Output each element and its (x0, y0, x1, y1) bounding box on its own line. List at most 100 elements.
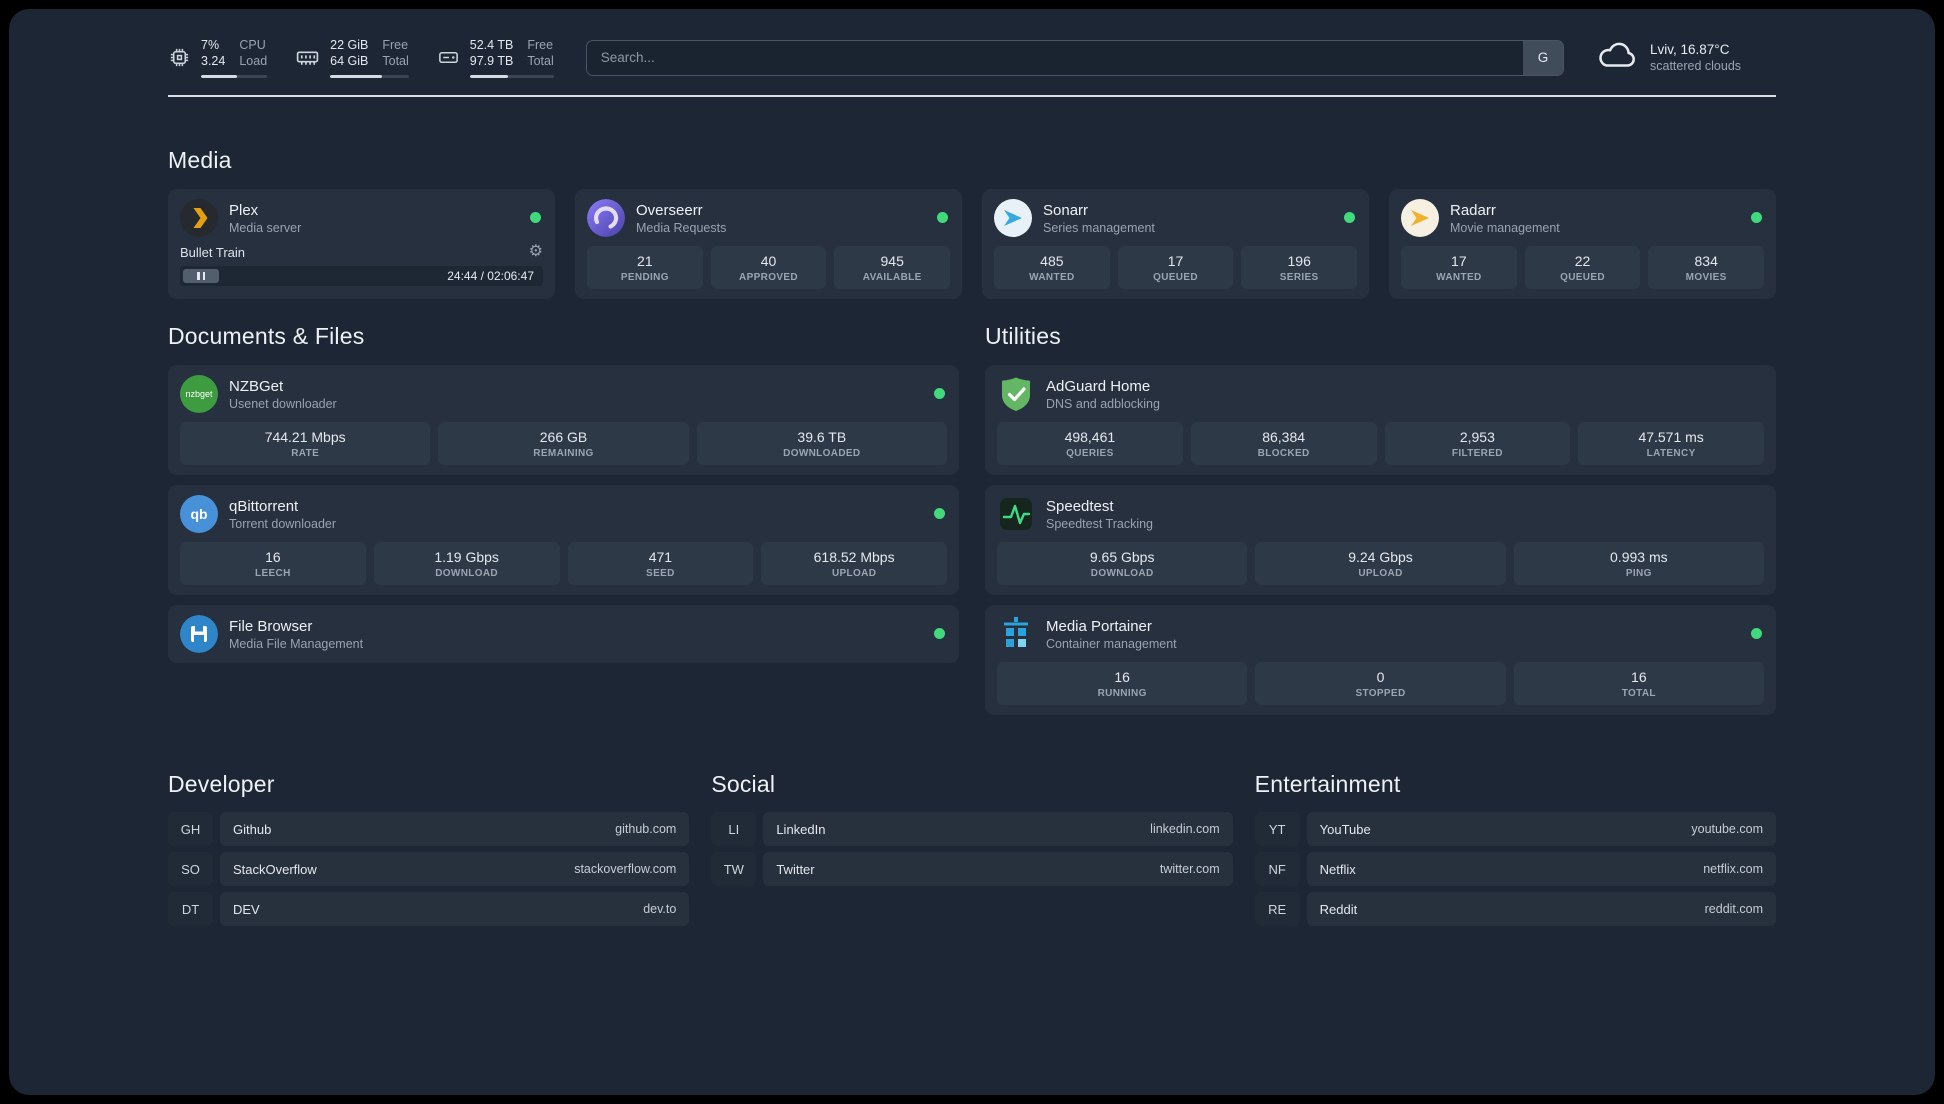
stat-box: 22 QUEUED (1524, 246, 1641, 289)
app-card-overseerr[interactable]: Overseerr Media Requests 21 PENDING 40 A… (575, 189, 962, 299)
app-name: qBittorrent (229, 497, 299, 515)
memory-label-top: Free (382, 38, 409, 52)
app-subtitle: Media Requests (636, 220, 727, 235)
link-url: netflix.com (1703, 862, 1763, 876)
stat-value: 196 (1287, 253, 1311, 269)
link-abbr[interactable]: YT (1254, 812, 1300, 846)
search-input[interactable] (586, 40, 1523, 75)
adguard-shield-icon (997, 375, 1035, 413)
link-abbr[interactable]: LI (711, 812, 757, 846)
link-row-stackoverflow[interactable]: SO StackOverflow stackoverflow.com (168, 852, 690, 886)
stat-value: 9.24 Gbps (1348, 549, 1413, 565)
search-provider-button[interactable]: G (1523, 40, 1563, 75)
app-card-speedtest[interactable]: Speedtest Speedtest Tracking 9.65 Gbps D… (985, 485, 1776, 595)
weather-condition: scattered clouds (1650, 59, 1742, 73)
speedtest-pulse-icon (997, 495, 1035, 533)
app-card-plex[interactable]: Plex Media server Bullet Train ⚙ 24:44 /… (168, 189, 555, 299)
link-row-reddit[interactable]: RE Reddit reddit.com (1254, 892, 1776, 926)
stat-value: 945 (880, 253, 904, 269)
link-row-twitter[interactable]: TW Twitter twitter.com (711, 852, 1233, 886)
link-url: stackoverflow.com (574, 862, 677, 876)
memory-label-bottom: Total (382, 54, 409, 69)
app-name: Overseerr (636, 201, 703, 219)
disk-free-value: 52.4 TB (469, 38, 514, 52)
app-subtitle: Media File Management (229, 636, 364, 651)
app-card-adguard[interactable]: AdGuard Home DNS and adblocking 498,461 … (985, 365, 1776, 475)
stat-label: PENDING (620, 272, 669, 283)
link-abbr[interactable]: TW (711, 852, 757, 886)
link-row-youtube[interactable]: YT YouTube youtube.com (1254, 812, 1776, 846)
stat-box: 17 WANTED (1401, 246, 1517, 289)
stat-label: WANTED (1436, 272, 1482, 283)
radarr-icon (1401, 199, 1439, 237)
status-dot (1751, 212, 1762, 223)
section-utilities: Utilities AdGuard Home DNS and adblockin… (985, 323, 1776, 715)
link-row-linkedin[interactable]: LI LinkedIn linkedin.com (711, 812, 1233, 846)
link-abbr[interactable]: NF (1254, 852, 1300, 886)
weather-widget[interactable]: Lviv, 16.87°C scattered clouds (1596, 40, 1776, 75)
app-card-radarr[interactable]: Radarr Movie management 17 WANTED 22 QUE… (1389, 189, 1776, 299)
app-card-filebrowser[interactable]: File Browser Media File Management (168, 605, 959, 663)
playback-time: 24:44 / 02:06:47 (447, 269, 534, 283)
link-abbr[interactable]: DT (168, 892, 213, 926)
section-documents: Documents & Files nzbget NZBGet Usenet d… (168, 323, 959, 715)
stat-box: 498,461 QUERIES (997, 422, 1183, 465)
stat-label: DOWNLOAD (1090, 568, 1154, 579)
stat-label: WANTED (1029, 272, 1075, 283)
memory-widget: 22 GiB 64 GiB Free Total (295, 37, 409, 78)
stat-value: 485 (1040, 253, 1064, 269)
app-card-qbittorrent[interactable]: qb qBittorrent Torrent downloader 16 LEE… (168, 485, 959, 595)
nzbget-icon: nzbget (180, 375, 218, 413)
disk-label-top: Free (527, 38, 554, 52)
stat-label: LATENCY (1646, 448, 1696, 459)
stat-box: 834 MOVIES (1648, 246, 1765, 289)
app-card-sonarr[interactable]: Sonarr Series management 485 WANTED 17 Q… (982, 189, 1369, 299)
stat-value: 9.65 Gbps (1089, 549, 1155, 565)
link-name: YouTube (1319, 821, 1371, 837)
disk-usage-bar (469, 74, 554, 78)
status-dot (934, 508, 945, 519)
section-media-title: Media (168, 147, 232, 173)
gear-icon[interactable]: ⚙ (529, 244, 543, 260)
playback-progress-bar: 24:44 / 02:06:47 (180, 266, 543, 286)
dashboard-frame: 7% 3.24 CPU Load 22 GiB 64 GiB Free Tota… (9, 9, 1935, 1095)
app-card-portainer[interactable]: Media Portainer Container management 16 … (985, 605, 1776, 715)
section-media: Media Plex Media server Bullet Train ⚙ 2… (168, 147, 1776, 299)
pause-button[interactable] (183, 269, 219, 283)
stat-label: AVAILABLE (862, 272, 922, 283)
resource-widgets: 7% 3.24 CPU Load 22 GiB 64 GiB Free Tota… (168, 37, 554, 78)
stat-box: 16 TOTAL (1513, 662, 1764, 705)
app-card-nzbget[interactable]: nzbget NZBGet Usenet downloader 744.21 M… (168, 365, 959, 475)
link-abbr[interactable]: RE (1254, 892, 1300, 926)
stat-value: 21 (637, 253, 653, 269)
stat-value: 22 (1574, 253, 1591, 269)
stat-label: DOWNLOAD (435, 568, 499, 579)
app-subtitle: Series management (1043, 220, 1155, 235)
stat-label: UPLOAD (1358, 568, 1403, 579)
status-dot (1751, 628, 1762, 639)
link-name: Reddit (1319, 901, 1358, 917)
link-row-github[interactable]: GH Github github.com (168, 812, 690, 846)
stat-box: 17 QUEUED (1117, 246, 1234, 289)
stat-label: QUEUED (1153, 272, 1198, 283)
stat-value: 834 (1694, 253, 1718, 269)
stat-value: 47.571 ms (1638, 429, 1704, 445)
link-abbr[interactable]: GH (168, 812, 213, 846)
link-row-netflix[interactable]: NF Netflix netflix.com (1254, 852, 1776, 886)
stat-label: PING (1625, 568, 1652, 579)
status-dot (937, 212, 948, 223)
app-name: File Browser (229, 617, 313, 635)
stat-value: 744.21 Mbps (264, 429, 346, 445)
stat-box: 266 GB REMAINING (438, 422, 689, 465)
link-abbr[interactable]: SO (168, 852, 213, 886)
app-subtitle: DNS and adblocking (1046, 396, 1160, 411)
now-playing-title: Bullet Train (180, 244, 246, 260)
plex-icon (180, 199, 218, 237)
disk-label-bottom: Total (527, 54, 554, 69)
stat-value: 17 (1167, 253, 1184, 269)
stat-box: 9.24 Gbps UPLOAD (1255, 542, 1506, 585)
link-row-dev[interactable]: DT DEV dev.to (168, 892, 690, 926)
stat-value: 16 (1114, 669, 1130, 685)
stat-value: 40 (760, 253, 777, 269)
section-developer: Developer GH Github github.com SO StackO… (168, 771, 690, 926)
